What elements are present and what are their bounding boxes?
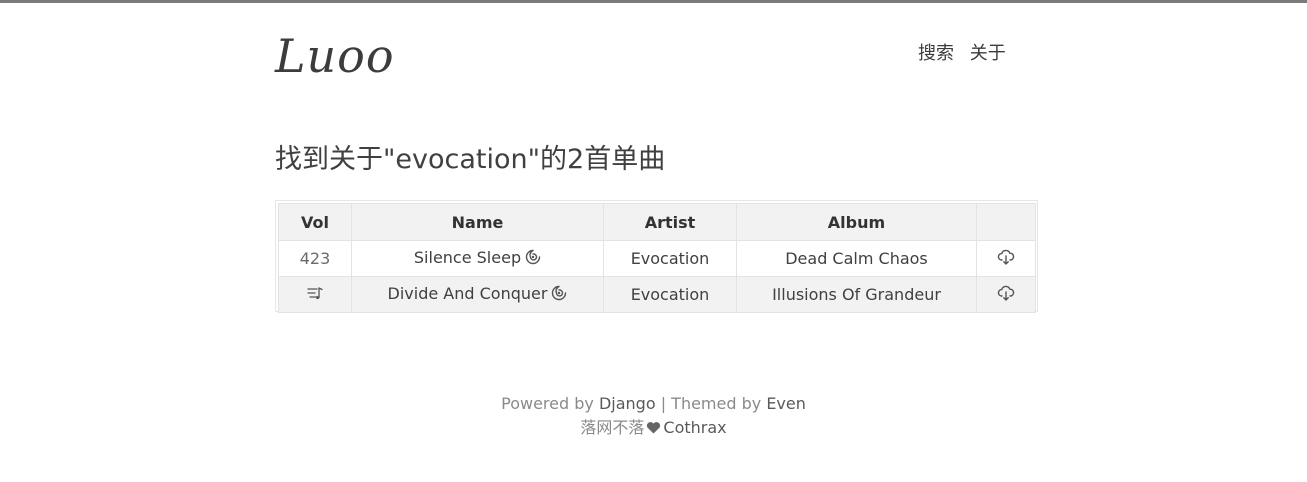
artist-cell: Evocation [603, 276, 737, 313]
django-link[interactable]: Django [599, 394, 656, 413]
credit-line: 落网不落 Cothrax [0, 416, 1307, 441]
top-bar [0, 0, 1307, 3]
name-cell: Divide And Conquer [351, 276, 604, 313]
album-cell: Illusions Of Grandeur [736, 276, 977, 313]
column-header-artist: Artist [603, 203, 737, 241]
cothrax-link[interactable]: Cothrax [663, 418, 726, 437]
table-header-row: Vol Name Artist Album [278, 203, 1036, 241]
download-cell[interactable] [976, 240, 1036, 277]
song-name: Divide And Conquer [387, 284, 548, 303]
column-header-vol: Vol [278, 203, 352, 241]
name-cell: Silence Sleep [351, 240, 604, 277]
footer: Powered by Django | Themed by Even 落网不落 C… [0, 392, 1307, 441]
results-table: Vol Name Artist Album 423 Silence Sleep … [278, 203, 1036, 313]
download-cell[interactable] [976, 276, 1036, 313]
heart-icon [646, 417, 661, 441]
vol-number[interactable]: 423 [300, 249, 331, 268]
single-track-icon[interactable] [306, 286, 324, 305]
nav-item-search[interactable]: 搜索 [918, 43, 954, 64]
column-header-album: Album [736, 203, 977, 241]
song-name: Silence Sleep [413, 248, 522, 267]
results-table-container: Vol Name Artist Album 423 Silence Sleep … [275, 200, 1038, 313]
site-logo[interactable]: Luoo [275, 26, 395, 86]
table-row: 423 Silence Sleep Evocation Dead Calm Ch… [278, 240, 1036, 277]
vol-cell[interactable] [278, 276, 352, 313]
main-nav: 搜索 关于 [918, 42, 1016, 66]
spiral-icon[interactable] [551, 285, 567, 305]
table-row: Divide And Conquer Evocation Illusions O… [278, 276, 1036, 313]
column-header-action [976, 203, 1036, 241]
powered-by-line: Powered by Django | Themed by Even [0, 392, 1307, 416]
themed-by-text: | Themed by [655, 394, 767, 413]
album-cell: Dead Calm Chaos [736, 240, 977, 277]
credit-text: 落网不落 [580, 418, 645, 437]
powered-by-text: Powered by [501, 394, 599, 413]
page-title: 找到关于"evocation"的2首单曲 [275, 144, 666, 175]
nav-item-about[interactable]: 关于 [970, 43, 1006, 64]
even-theme-link[interactable]: Even [766, 394, 806, 413]
cloud-download-icon[interactable] [997, 249, 1015, 270]
cloud-download-icon[interactable] [997, 285, 1015, 306]
column-header-name: Name [351, 203, 604, 241]
spiral-icon[interactable] [525, 249, 541, 269]
artist-cell: Evocation [603, 240, 737, 277]
vol-cell[interactable]: 423 [278, 240, 352, 277]
